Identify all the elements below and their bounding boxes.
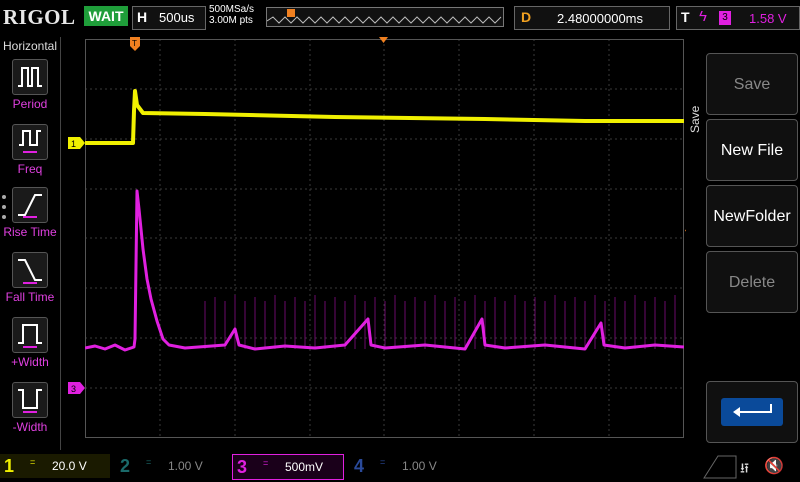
save-button[interactable]: Save [706, 53, 798, 115]
measure-frequency-label: Freq [17, 162, 43, 176]
new-file-button[interactable]: New File [706, 119, 798, 181]
top-status-bar: RIGOL WAIT H 500us 500MSa/s 3.00M pts D … [0, 0, 800, 36]
memory-depth: 3.00M pts [209, 15, 253, 26]
trigger-box[interactable]: T ϟ 3 1.58 V [676, 6, 800, 30]
ch4-number: 4 [354, 456, 365, 476]
measure-fall-time-label: Fall Time [5, 290, 55, 304]
delay-value: 2.48000000ms [557, 11, 644, 26]
measure-negative-width[interactable]: -Width [0, 382, 60, 446]
trigger-label: T [681, 9, 690, 25]
measure-positive-width-label: +Width [11, 355, 49, 369]
brand-logo: RIGOL [3, 5, 76, 29]
period-icon [12, 59, 48, 95]
return-icon [721, 398, 783, 426]
delete-button[interactable]: Delete [706, 251, 798, 313]
ch4-coupling-icon: = [380, 457, 386, 467]
ch2-tab[interactable]: 2 = 1.00 V [116, 454, 226, 478]
measure-rise-time-label: Rise Time [3, 225, 57, 239]
new-folder-button-label: NewFolder [713, 208, 791, 225]
frequency-icon [12, 124, 48, 160]
acquisition-info: 500MSa/s 3.00M pts [209, 4, 254, 26]
timebase-value: 500us [159, 10, 195, 25]
ch2-coupling-icon: = [146, 457, 152, 467]
return-button[interactable] [706, 381, 798, 443]
timebase-label: H [137, 9, 148, 25]
measure-period[interactable]: Period [0, 59, 60, 123]
measure-frequency[interactable]: Freq [0, 124, 60, 188]
memory-overview-waveform [267, 9, 502, 24]
positive-width-icon [12, 317, 48, 353]
grid [85, 39, 684, 438]
trigger-position-label: T [132, 39, 137, 48]
measure-negative-width-label: -Width [12, 420, 48, 434]
ch1-marker-label: 1 [71, 139, 76, 149]
speaker-muted-icon[interactable]: 🔇 [764, 456, 784, 476]
save-button-label: Save [733, 76, 771, 93]
ch3-tab[interactable]: 3 = 500mV [232, 454, 344, 480]
waveform-grid-and-traces [84, 39, 685, 438]
ch1-marker[interactable]: 1 [68, 137, 85, 149]
ch3-coupling-icon: = [263, 458, 269, 468]
ch4-scale: 1.00 V [402, 459, 437, 473]
menu-title: Horizontal [3, 39, 58, 53]
ch1-number: 1 [4, 456, 15, 476]
ch3-marker-label: 3 [71, 384, 76, 394]
negative-width-icon [12, 382, 48, 418]
measure-period-label: Period [12, 97, 48, 111]
timebase-box[interactable]: H 500us [132, 6, 206, 30]
measure-positive-width[interactable]: +Width [0, 317, 60, 381]
ch2-number: 2 [120, 456, 131, 476]
usb-icon: ⭿ [740, 460, 750, 476]
delay-center-marker [379, 37, 388, 43]
new-file-button-label: New File [720, 142, 784, 159]
trigger-source: 3 [719, 11, 731, 25]
trigger-position-marker[interactable]: T [130, 37, 142, 53]
ch1-scale: 20.0 V [52, 459, 87, 473]
rise-time-icon [12, 187, 48, 223]
measure-rise-time[interactable]: Rise Time [0, 187, 60, 251]
run-status-badge[interactable]: WAIT [84, 6, 128, 26]
ch1-tab[interactable]: 1 = 20.0 V [0, 454, 110, 478]
delay-box[interactable]: D 2.48000000ms [514, 6, 670, 30]
measure-fall-time[interactable]: Fall Time [0, 252, 60, 316]
ch2-scale: 1.00 V [168, 459, 203, 473]
new-folder-button[interactable]: NewFolder [706, 185, 798, 247]
horizontal-measure-menu: Horizontal Period Freq Rise Time Fall Ti… [0, 37, 61, 450]
save-menu-title: Save [688, 105, 702, 133]
menu-tab-icon[interactable] [700, 452, 740, 480]
ch4-tab[interactable]: 4 = 1.00 V [350, 454, 460, 478]
trigger-position-icon [287, 9, 295, 17]
fall-time-icon [12, 252, 48, 288]
ch1-coupling-icon: = [30, 457, 36, 467]
delay-label: D [521, 9, 532, 25]
memory-overview-bar[interactable] [266, 7, 504, 27]
ch3-number: 3 [237, 457, 248, 477]
rising-edge-icon: ϟ [699, 8, 707, 25]
delete-button-label: Delete [728, 274, 776, 291]
ch3-marker[interactable]: 3 [68, 382, 85, 394]
channel-status-bar: 1 = 20.0 V 2 = 1.00 V 3 = 500mV 4 = 1.00… [0, 452, 800, 480]
sample-rate: 500MSa/s [209, 4, 255, 15]
trigger-level: 1.58 V [749, 11, 787, 26]
save-menu: Save Save New File NewFolder Delete [686, 37, 800, 450]
ch3-scale: 500mV [285, 460, 324, 474]
waveform-display[interactable] [84, 39, 685, 438]
